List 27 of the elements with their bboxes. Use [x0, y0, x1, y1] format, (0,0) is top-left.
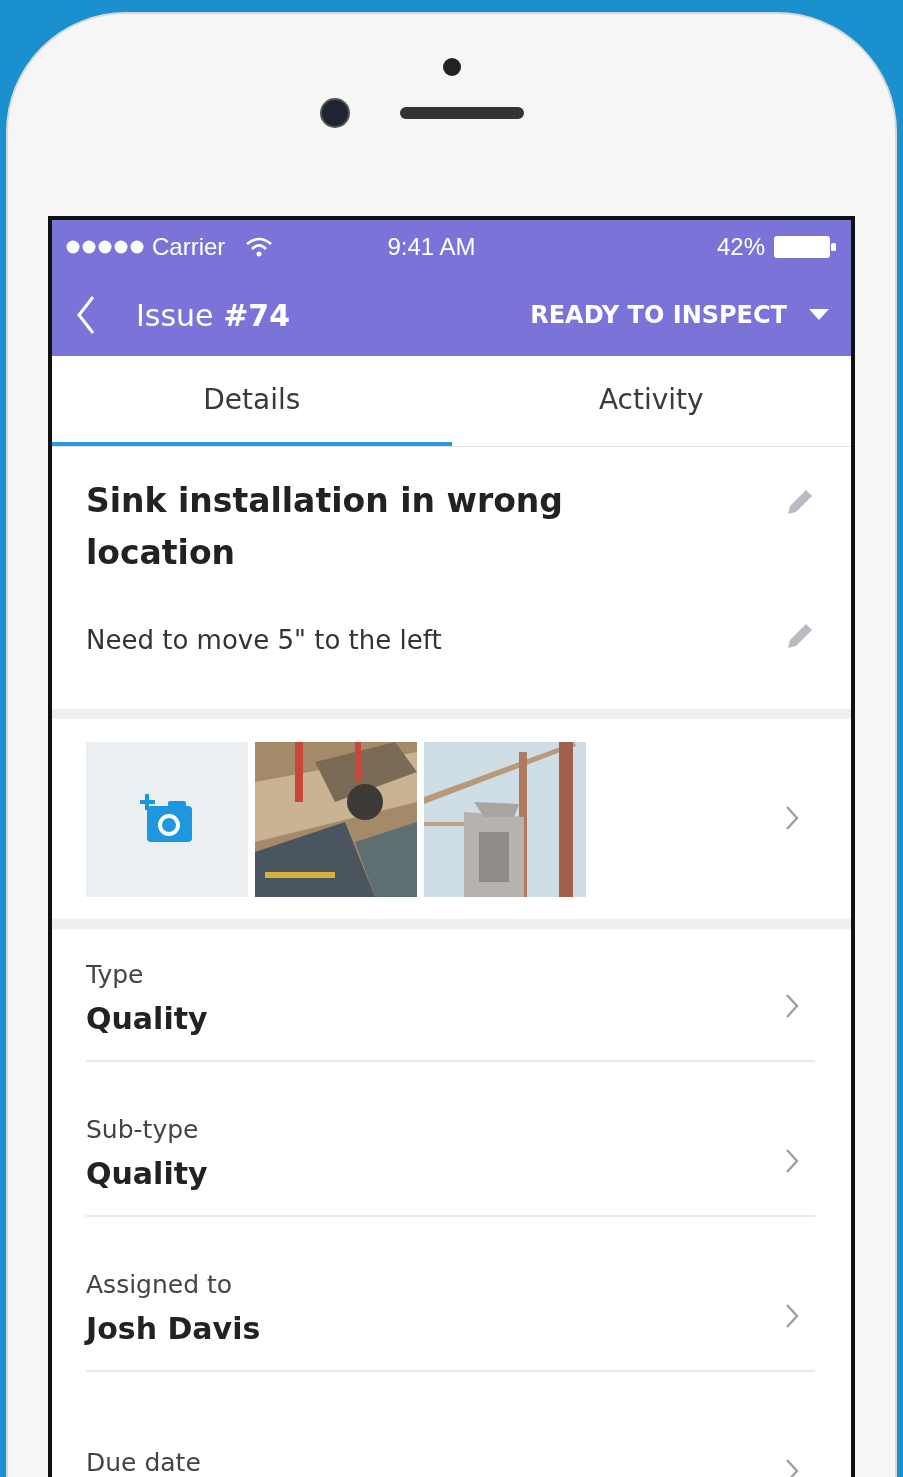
clock-time: 9:41 AM [387, 233, 476, 261]
field-row[interactable]: Assigned to Josh Davis [86, 1239, 815, 1372]
screen-title: Issue #74 [136, 297, 291, 333]
field-row[interactable]: Sub-type Quality [86, 1084, 815, 1217]
battery-icon [773, 235, 837, 259]
battery-percent: 42% [716, 233, 765, 261]
chevron-icon [785, 1147, 799, 1174]
status-dropdown[interactable]: READY TO INSPECT [530, 301, 829, 329]
carrier-name: Carrier [152, 233, 226, 261]
field-row[interactable]: Type Quality [86, 929, 815, 1062]
tab[interactable]: Details [52, 356, 452, 446]
issue-title: Sink installation in wrong location [86, 480, 564, 574]
sensor-icon [442, 58, 461, 76]
back-button[interactable] [76, 295, 96, 335]
chevron-icon [785, 1302, 799, 1329]
issue-description: Need to move 5" to the left [86, 625, 442, 655]
add-camera-icon [140, 794, 194, 844]
wifi-icon [245, 237, 274, 257]
chevron-icon [785, 992, 799, 1019]
caret-icon [809, 309, 829, 321]
chevron-icon [785, 1457, 799, 1477]
camera-icon [319, 98, 350, 128]
signal-icon [66, 240, 144, 254]
speaker-icon [399, 107, 524, 119]
field-row[interactable]: Due date [86, 1394, 815, 1477]
tab[interactable]: Activity [451, 356, 851, 446]
add-photo-button[interactable] [86, 741, 248, 897]
